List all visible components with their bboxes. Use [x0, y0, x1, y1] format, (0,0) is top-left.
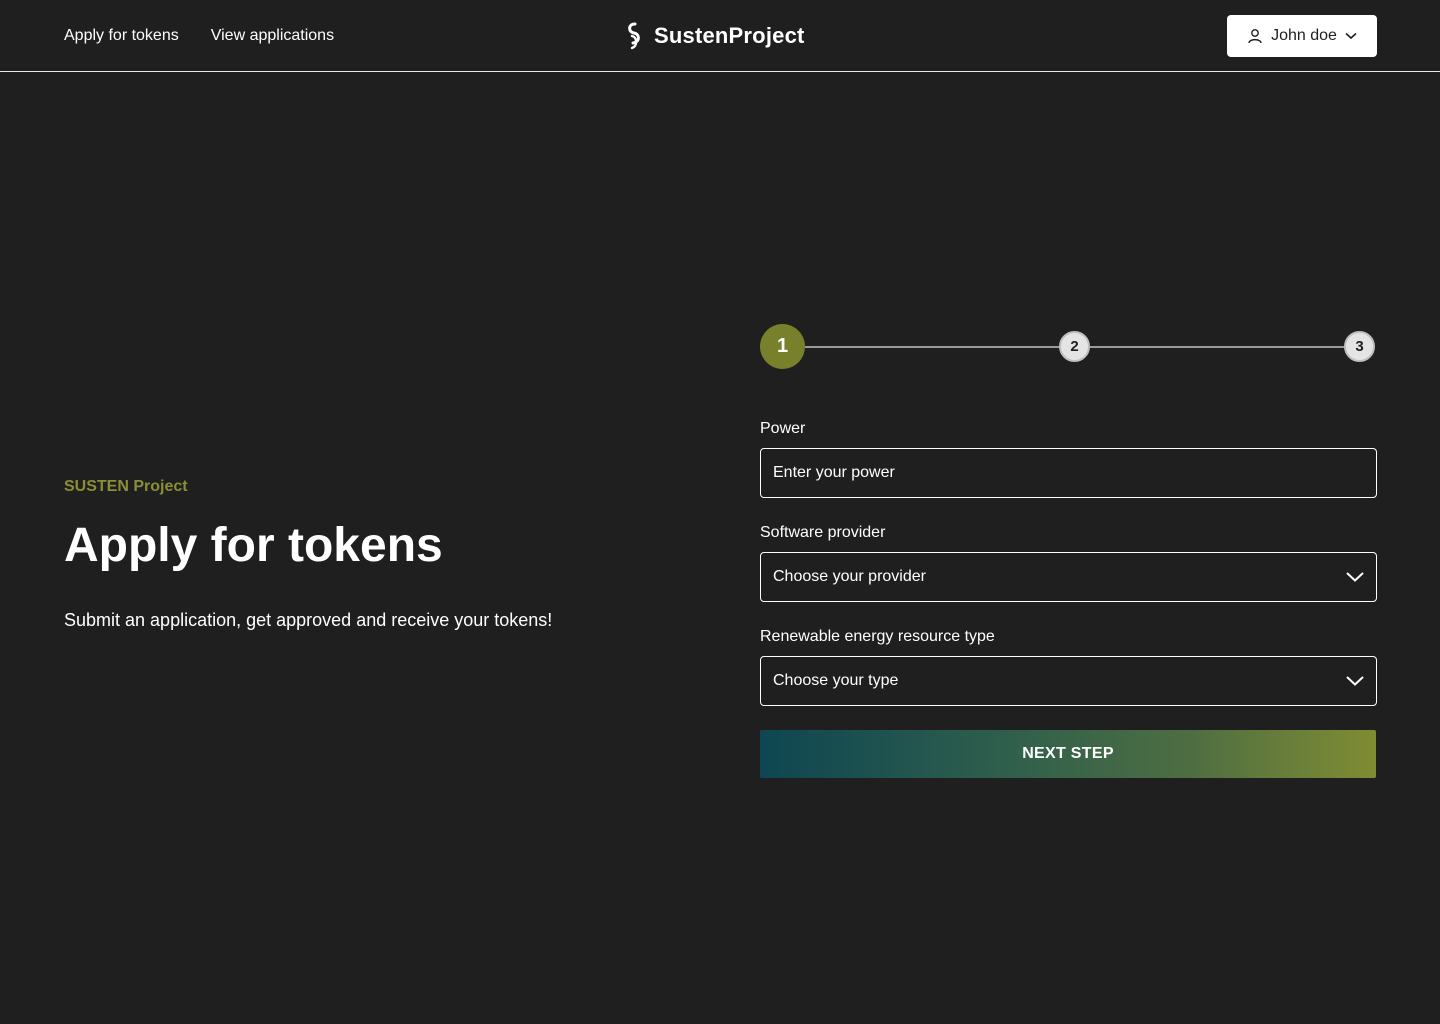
chevron-down-icon: [1346, 572, 1364, 582]
top-bar: Apply for tokens View applications Suste…: [0, 0, 1440, 72]
stepper: 1 2 3: [760, 324, 1377, 369]
hero-eyebrow: SUSTEN Project: [64, 478, 188, 495]
step-3: 3: [1344, 331, 1375, 362]
resource-label: Renewable energy resource type: [760, 628, 995, 645]
provider-field: Software provider Choose your provider: [760, 524, 1377, 602]
provider-label: Software provider: [760, 524, 886, 541]
power-label: Power: [760, 420, 806, 437]
main-nav: Apply for tokens View applications: [64, 0, 334, 71]
user-menu-button[interactable]: John doe: [1227, 15, 1377, 57]
user-icon: [1248, 29, 1262, 44]
resource-select[interactable]: Choose your type: [760, 656, 1377, 706]
next-step-button[interactable]: NEXT STEP: [760, 730, 1376, 778]
brand-name: SustenProject: [654, 23, 805, 48]
resource-select-value: Choose your type: [773, 672, 899, 689]
stepper-line-2: [1090, 346, 1360, 348]
chevron-down-icon: [1345, 32, 1357, 40]
nav-view-applications[interactable]: View applications: [211, 27, 334, 45]
step-1: 1: [760, 324, 805, 369]
chevron-down-icon: [1346, 676, 1364, 686]
power-input[interactable]: [760, 448, 1377, 498]
token-application-form: Power Software provider Choose your prov…: [760, 420, 1377, 778]
resource-field: Renewable energy resource type Choose yo…: [760, 628, 1377, 706]
power-field: Power: [760, 420, 1377, 498]
user-name: John doe: [1271, 27, 1337, 44]
page-title: Apply for tokens: [64, 519, 443, 572]
stepper-line-1: [805, 346, 1075, 348]
brand-logo-icon: [628, 22, 640, 50]
provider-select-value: Choose your provider: [773, 568, 926, 585]
page-subtitle: Submit an application, get approved and …: [64, 610, 553, 630]
nav-apply-for-tokens[interactable]: Apply for tokens: [64, 27, 179, 45]
provider-select[interactable]: Choose your provider: [760, 552, 1377, 602]
step-2: 2: [1059, 331, 1090, 362]
hero: SUSTEN Project Apply for tokens Submit a…: [64, 478, 684, 632]
brand[interactable]: SustenProject: [624, 20, 805, 52]
